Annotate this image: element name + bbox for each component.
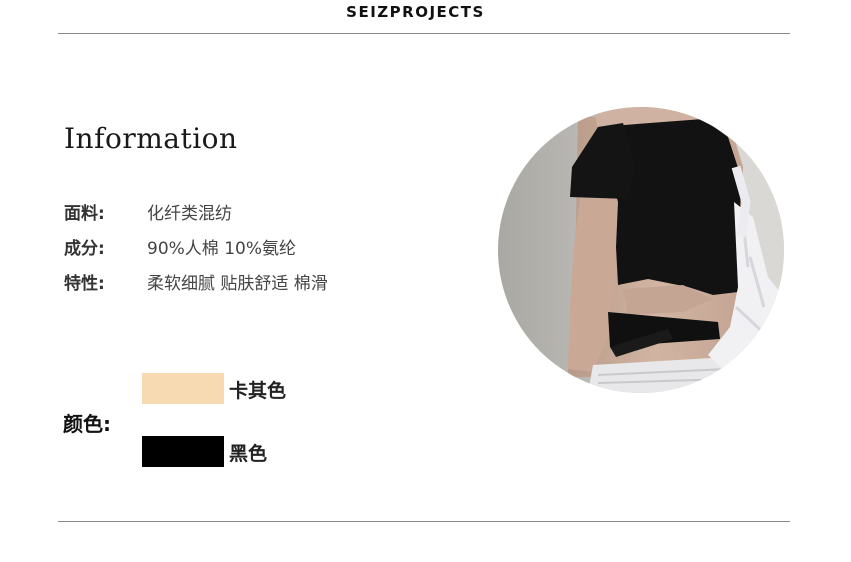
spec-label: 成分:	[64, 239, 105, 259]
color-name-black: 黑色	[229, 443, 268, 465]
spec-value: 化纤类混纺	[147, 204, 232, 224]
top-divider	[58, 33, 790, 34]
product-photo	[498, 107, 784, 393]
spec-label: 面料:	[64, 204, 105, 224]
color-label: 颜色:	[63, 412, 111, 436]
color-swatch-black	[142, 436, 224, 467]
brand-logo: SEIZPROJECTS	[346, 3, 485, 21]
spec-value: 90%人棉 10%氨纶	[147, 239, 296, 259]
spec-label: 特性:	[64, 274, 105, 294]
color-swatch-khaki	[142, 373, 224, 404]
spec-value: 柔软细腻 贴肤舒适 棉滑	[147, 274, 328, 294]
bottom-divider	[58, 521, 790, 522]
info-title: Information	[64, 122, 238, 155]
model-back-view-black-crop-top-icon	[498, 107, 784, 393]
color-name-khaki: 卡其色	[229, 380, 287, 402]
